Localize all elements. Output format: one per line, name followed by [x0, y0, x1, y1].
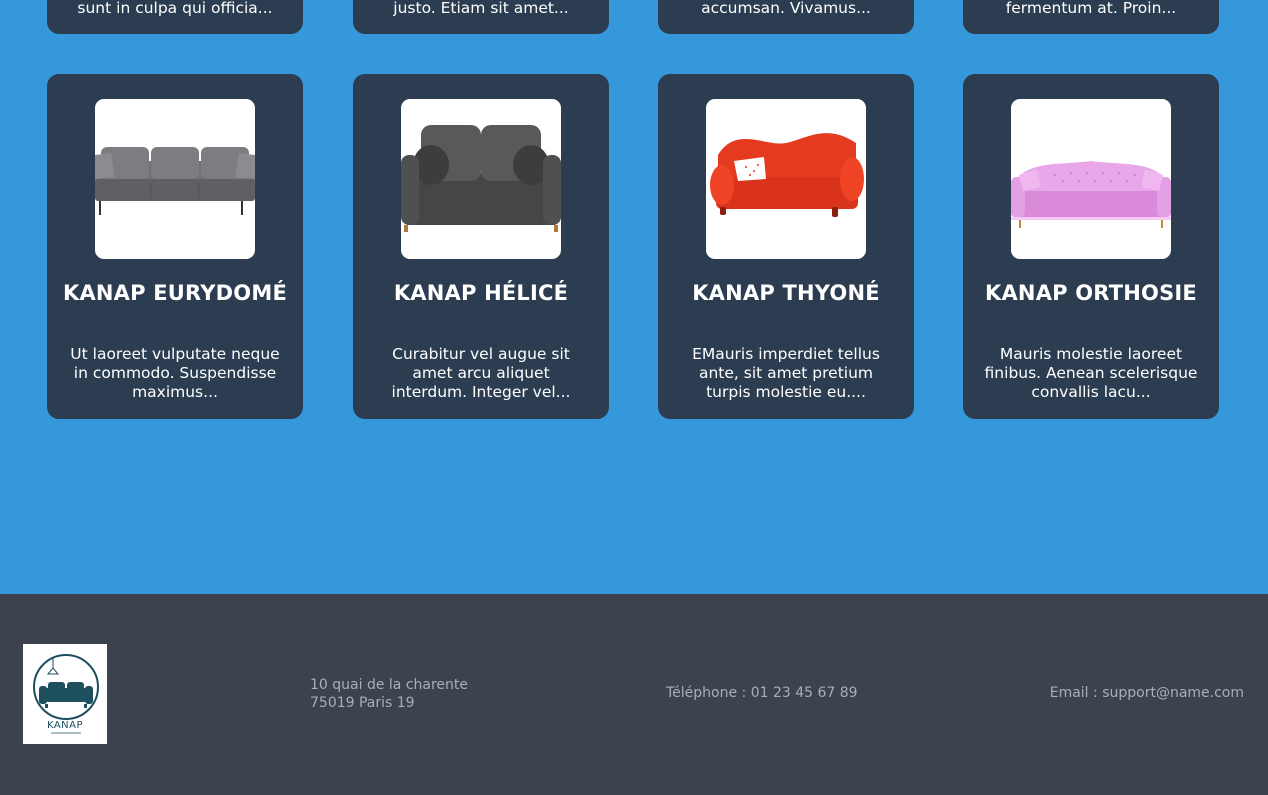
product-description: accumsan. Vivamus...: [701, 0, 871, 17]
product-card-thyone[interactable]: KANAP THYONÉ EMauris imperdiet tellus an…: [658, 74, 914, 419]
product-card[interactable]: justo. Etiam sit amet...: [353, 0, 609, 34]
address-line: 10 quai de la charente: [310, 677, 468, 693]
dark-grey-sofa-image: [401, 99, 561, 259]
grey-sofa-image: [95, 99, 255, 259]
product-name: KANAP ORTHOSIE: [985, 281, 1197, 305]
product-card[interactable]: fermentum at. Proin...: [963, 0, 1219, 34]
pink-sofa-image: [1011, 99, 1171, 259]
product-card-helice[interactable]: KANAP HÉLICÉ Curabitur vel augue sit ame…: [353, 74, 609, 419]
product-description: Mauris molestie laoreet finibus. Aenean …: [984, 345, 1198, 401]
product-description: sunt in culpa qui officia...: [77, 0, 273, 17]
product-card-eurydome[interactable]: KANAP EURYDOMÉ Ut laoreet vulputate nequ…: [47, 74, 303, 419]
footer-phone[interactable]: Téléphone : 01 23 45 67 89: [666, 685, 858, 701]
product-card[interactable]: accumsan. Vivamus...: [658, 0, 914, 34]
address-city: 75019 Paris 19: [310, 695, 415, 711]
product-description: EMauris imperdiet tellus ante, sit amet …: [692, 345, 880, 401]
red-sofa-image: [706, 99, 866, 259]
footer-address: 10 quai de la charente 75019 Paris 19: [310, 676, 468, 712]
product-name: KANAP EURYDOMÉ: [62, 281, 287, 305]
product-description: Ut laoreet vulputate neque in commodo. S…: [70, 345, 280, 401]
product-card[interactable]: sunt in culpa qui officia...: [47, 0, 303, 34]
page-footer: KANAP 10 quai de la charente 75019 Paris…: [0, 594, 1268, 795]
logo-text: KANAP: [46, 720, 84, 731]
kanap-logo[interactable]: KANAP: [23, 644, 107, 744]
product-description: Curabitur vel augue sit amet arcu alique…: [391, 345, 571, 401]
product-description: justo. Etiam sit amet...: [393, 0, 569, 17]
product-name: KANAP THYONÉ: [692, 281, 880, 305]
product-description: fermentum at. Proin...: [1005, 0, 1177, 17]
product-name: KANAP HÉLICÉ: [393, 281, 569, 305]
footer-email[interactable]: Email : support@name.com: [1050, 685, 1244, 701]
product-card-orthosie[interactable]: KANAP ORTHOSIE Mauris molestie laoreet f…: [963, 74, 1219, 419]
product-grid: sunt in culpa qui officia... justo. Etia…: [0, 0, 1268, 594]
